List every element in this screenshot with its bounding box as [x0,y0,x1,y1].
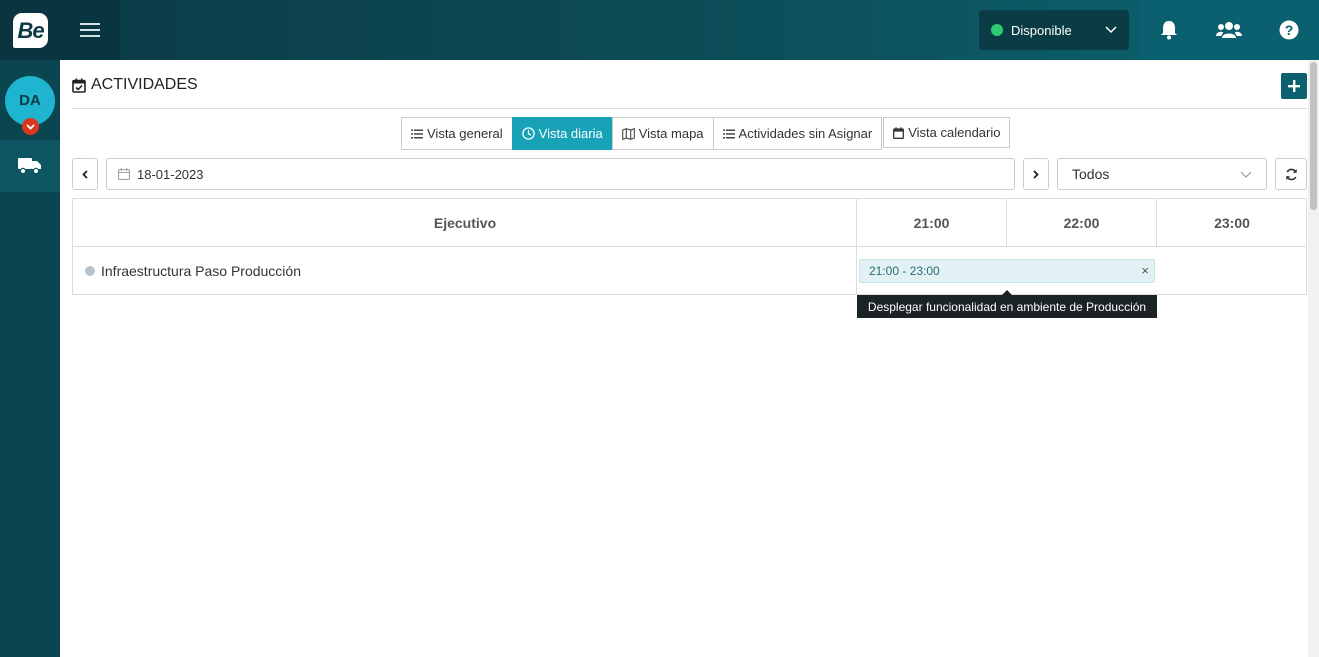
availability-status-select[interactable]: Disponible [979,10,1129,50]
users-icon [1216,22,1242,38]
tab-label: Vista mapa [638,126,704,141]
svg-text:?: ? [1285,22,1294,38]
date-value: 18-01-2023 [137,166,204,182]
calendar-check-icon [72,78,86,93]
hour-header: 22:00 [1006,199,1156,247]
tab-label: Actividades sin Asignar [738,126,873,141]
scrollbar-thumb[interactable] [1310,62,1317,210]
hour-header: 23:00 [1156,199,1307,247]
hamburger-icon [80,23,100,37]
app-logo[interactable]: Be [13,13,48,48]
tab-actividades-sin-asignar[interactable]: Actividades sin Asignar [712,117,883,150]
list-icon [722,129,735,138]
plus-icon [1288,80,1300,92]
status-dot [991,24,1003,36]
help-button[interactable]: ? [1259,0,1319,60]
top-bar: Be Disponible ? [0,0,1319,60]
filter-select-value: Todos [1072,166,1110,182]
resource-name: Infraestructura Paso Producción [101,263,301,279]
view-tabs: Vista general Vista diaria Vista mapa Ac… [401,117,1011,150]
sidebar: DA [0,60,60,657]
tab-label: Vista diaria [538,126,603,141]
tab-vista-general[interactable]: Vista general [401,117,513,150]
sidebar-item-delivery[interactable] [0,140,60,192]
previous-day-button[interactable] [72,158,98,190]
page-title-text: ACTIVIDADES [91,76,198,93]
bell-icon [1161,21,1177,40]
next-day-button[interactable] [1023,158,1049,190]
logo-area: Be [0,0,60,60]
date-picker-input[interactable]: 18-01-2023 [106,158,1015,190]
add-activity-button[interactable] [1281,73,1307,99]
column-divider [856,247,857,295]
list-icon [411,129,423,138]
chevron-down-icon [26,123,35,130]
tab-vista-mapa[interactable]: Vista mapa [611,117,714,150]
menu-toggle-button[interactable] [60,0,120,60]
refresh-button[interactable] [1275,158,1307,190]
truck-icon [18,158,41,175]
column-header-ejecutivo: Ejecutivo [433,215,497,231]
main-content: ACTIVIDADES Vista general Vista diaria V… [60,60,1308,657]
chevron-right-icon [1033,169,1039,179]
activity-event[interactable]: 21:00 - 23:00 × [859,259,1155,283]
notifications-button[interactable] [1139,0,1199,60]
filter-select[interactable]: Todos [1057,158,1267,190]
users-button[interactable] [1199,0,1259,60]
help-icon: ? [1279,20,1299,40]
event-tooltip: Desplegar funcionalidad en ambiente de P… [857,295,1157,318]
table-row-label: Infraestructura Paso Producción [85,263,301,279]
vertical-scrollbar[interactable] [1308,60,1319,657]
tab-vista-calendario[interactable]: Vista calendario [883,117,1011,148]
tab-label: Vista calendario [908,125,1001,140]
page-title: ACTIVIDADES [72,76,198,94]
chevron-left-icon [82,169,88,179]
chevron-down-icon [1105,26,1117,34]
calendar-icon [118,168,130,180]
tab-vista-diaria[interactable]: Vista diaria [511,117,613,150]
event-time: 21:00 - 23:00 [869,264,940,278]
refresh-icon [1285,168,1297,180]
clock-icon [521,127,535,140]
calendar-icon [893,126,905,139]
hour-header: 21:00 [856,199,1006,247]
status-label: Disponible [1011,22,1072,38]
resource-dot [85,266,95,276]
chevron-down-icon [1240,171,1252,178]
top-icons: ? [1139,0,1319,60]
event-remove-button[interactable]: × [1141,264,1149,278]
schedule-header-row: Ejecutivo 21:00 22:00 23:00 [73,199,1306,247]
avatar-dropdown-badge[interactable] [22,118,39,135]
tab-label: Vista general [427,126,503,141]
page-header: ACTIVIDADES [72,60,1307,109]
map-icon [621,127,635,140]
